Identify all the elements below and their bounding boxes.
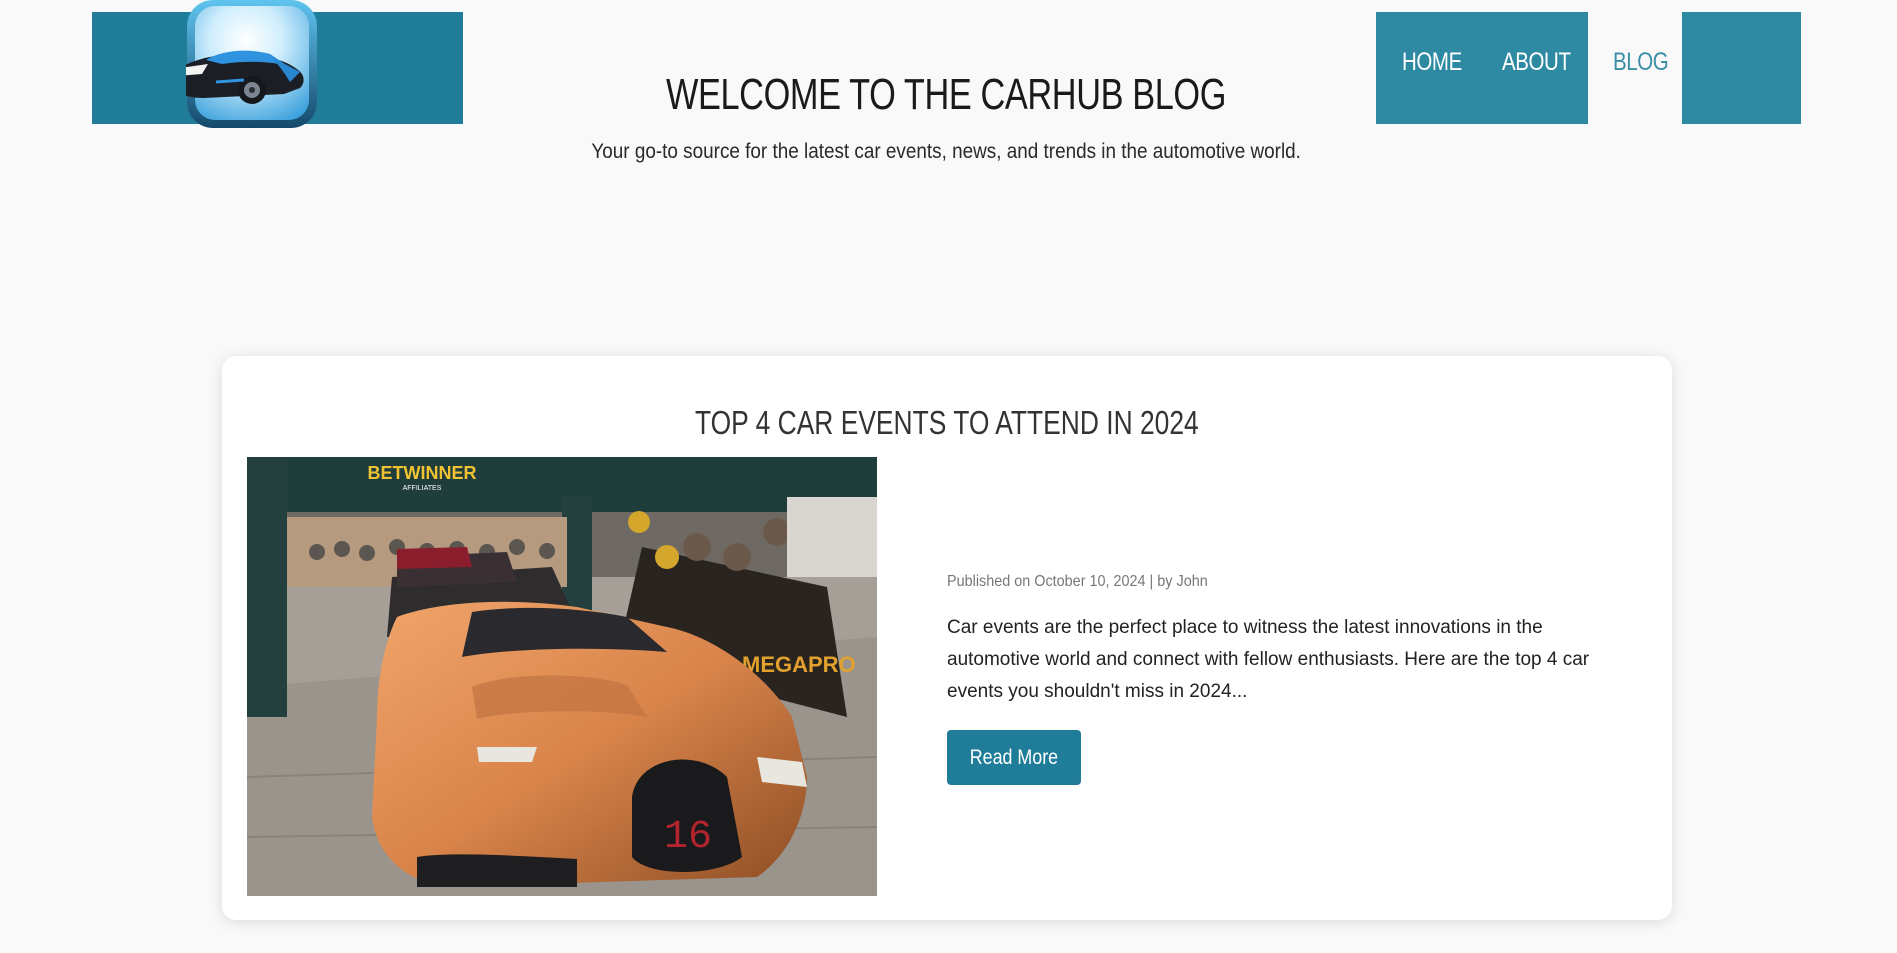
post-meta-text: Published on October 10, 2024 | by John — [947, 573, 1208, 590]
car-plate-number: 16 — [664, 815, 712, 860]
post-title[interactable]: TOP 4 CAR EVENTS TO ATTEND IN 2024 — [222, 404, 1672, 442]
post-title-text: TOP 4 CAR EVENTS TO ATTEND IN 2024 — [695, 404, 1199, 441]
post-excerpt: Car events are the perfect place to witn… — [947, 617, 1590, 702]
banner-sub-text: AFFILIATES — [403, 485, 442, 492]
page-title-text: WELCOME TO THE CARHUB BLOG — [666, 70, 1227, 119]
page-title: WELCOME TO THE CARHUB BLOG — [0, 70, 1893, 120]
page-subtitle-text: Your go-to source for the latest car eve… — [591, 140, 1302, 163]
read-more-button[interactable]: Read More — [947, 730, 1081, 785]
page-subtitle: Your go-to source for the latest car eve… — [0, 140, 1893, 164]
read-more-label: Read More — [969, 745, 1059, 769]
post-image: BETWINNER AFFILIATES MEGAPRO 16 — [247, 457, 877, 896]
post-meta: Published on October 10, 2024 | by John — [947, 573, 1237, 591]
sponsor-text: MEGAPRO — [742, 652, 856, 677]
banner-brand-text: BETWINNER — [368, 463, 477, 483]
